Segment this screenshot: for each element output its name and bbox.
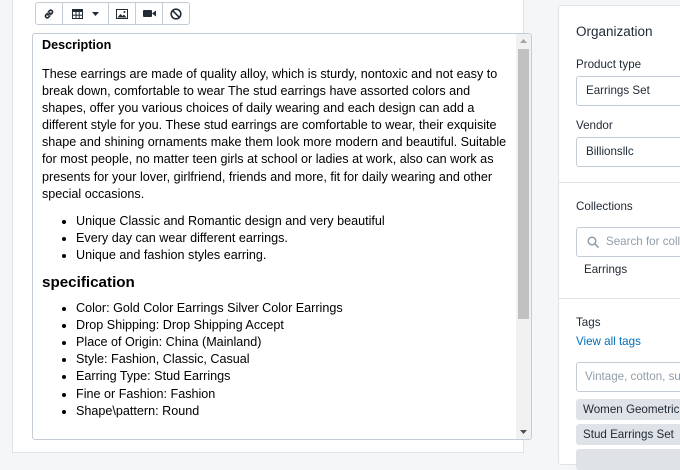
scroll-down-arrow-icon bbox=[520, 430, 527, 434]
image-icon bbox=[116, 8, 128, 19]
features-list: Unique Classic and Romantic design and v… bbox=[42, 213, 512, 264]
table-icon bbox=[71, 8, 83, 19]
clear-formatting-button[interactable] bbox=[162, 2, 190, 25]
tags-label: Tags bbox=[576, 316, 601, 329]
search-icon bbox=[587, 236, 599, 248]
editor-scrollbar[interactable] bbox=[516, 34, 531, 439]
specification-list: Color: Gold Color Earrings Silver Color … bbox=[42, 300, 512, 420]
tag-chip-women-geometric[interactable]: Women Geometric bbox=[576, 399, 680, 420]
scroll-up-arrow-icon bbox=[520, 39, 527, 43]
tags-input[interactable]: Vintage, cotton, su bbox=[576, 362, 680, 392]
scroll-down-button[interactable] bbox=[516, 425, 531, 439]
section-divider bbox=[559, 298, 680, 299]
editor-content[interactable]: Description These earrings are made of q… bbox=[42, 34, 512, 420]
list-item: Unique and fashion styles earring. bbox=[76, 247, 512, 264]
vendor-label: Vendor bbox=[576, 119, 613, 132]
clear-format-icon bbox=[170, 7, 182, 20]
chevron-down-icon bbox=[91, 11, 99, 16]
insert-link-button[interactable] bbox=[35, 2, 63, 25]
list-item: Style: Fashion, Classic, Casual bbox=[76, 351, 512, 368]
editor-toolbar bbox=[35, 0, 190, 27]
view-all-tags-link[interactable]: View all tags bbox=[576, 335, 641, 348]
product-type-label: Product type bbox=[576, 58, 642, 71]
section-divider bbox=[559, 182, 680, 183]
tag-chip-stud-earrings-set[interactable]: Stud Earrings Set bbox=[576, 424, 680, 445]
collections-label: Collections bbox=[576, 200, 633, 213]
list-item: Every day can wear different earrings. bbox=[76, 230, 512, 247]
list-item: Color: Gold Color Earrings Silver Color … bbox=[76, 300, 512, 317]
product-type-field[interactable]: Earrings Set bbox=[576, 76, 680, 106]
insert-table-button[interactable] bbox=[62, 2, 109, 25]
description-editor-card: Description These earrings are made of q… bbox=[12, 0, 532, 453]
insert-image-button[interactable] bbox=[108, 2, 136, 25]
video-icon bbox=[142, 10, 156, 17]
insert-video-button[interactable] bbox=[135, 2, 163, 25]
list-item: Earring Type: Stud Earrings bbox=[76, 368, 512, 385]
list-item: Shape\pattern: Round bbox=[76, 403, 512, 420]
list-item: Drop Shipping: Drop Shipping Accept bbox=[76, 317, 512, 334]
vendor-field[interactable]: Billionsllc bbox=[576, 137, 680, 167]
collections-search-placeholder: Search for coll bbox=[606, 235, 680, 248]
list-item: Unique Classic and Romantic design and v… bbox=[76, 213, 512, 230]
description-paragraph: These earrings are made of quality alloy… bbox=[42, 67, 507, 201]
list-item: Fine or Fashion: Fashion bbox=[76, 386, 512, 403]
collections-search-input[interactable]: Search for coll bbox=[576, 227, 680, 257]
collection-item-earrings: Earrings bbox=[584, 263, 628, 276]
description-editor[interactable]: Description These earrings are made of q… bbox=[32, 33, 532, 440]
tag-chip[interactable] bbox=[576, 449, 680, 470]
scrollbar-thumb[interactable] bbox=[518, 49, 529, 319]
link-icon bbox=[44, 8, 54, 19]
list-item: Place of Origin: China (Mainland) bbox=[76, 334, 512, 351]
description-heading: Description bbox=[42, 38, 112, 52]
specification-heading: specification bbox=[42, 274, 135, 292]
organization-title: Organization bbox=[576, 24, 653, 39]
organization-card: Organization Product type Earrings Set V… bbox=[558, 5, 680, 470]
scroll-up-button[interactable] bbox=[516, 34, 531, 48]
